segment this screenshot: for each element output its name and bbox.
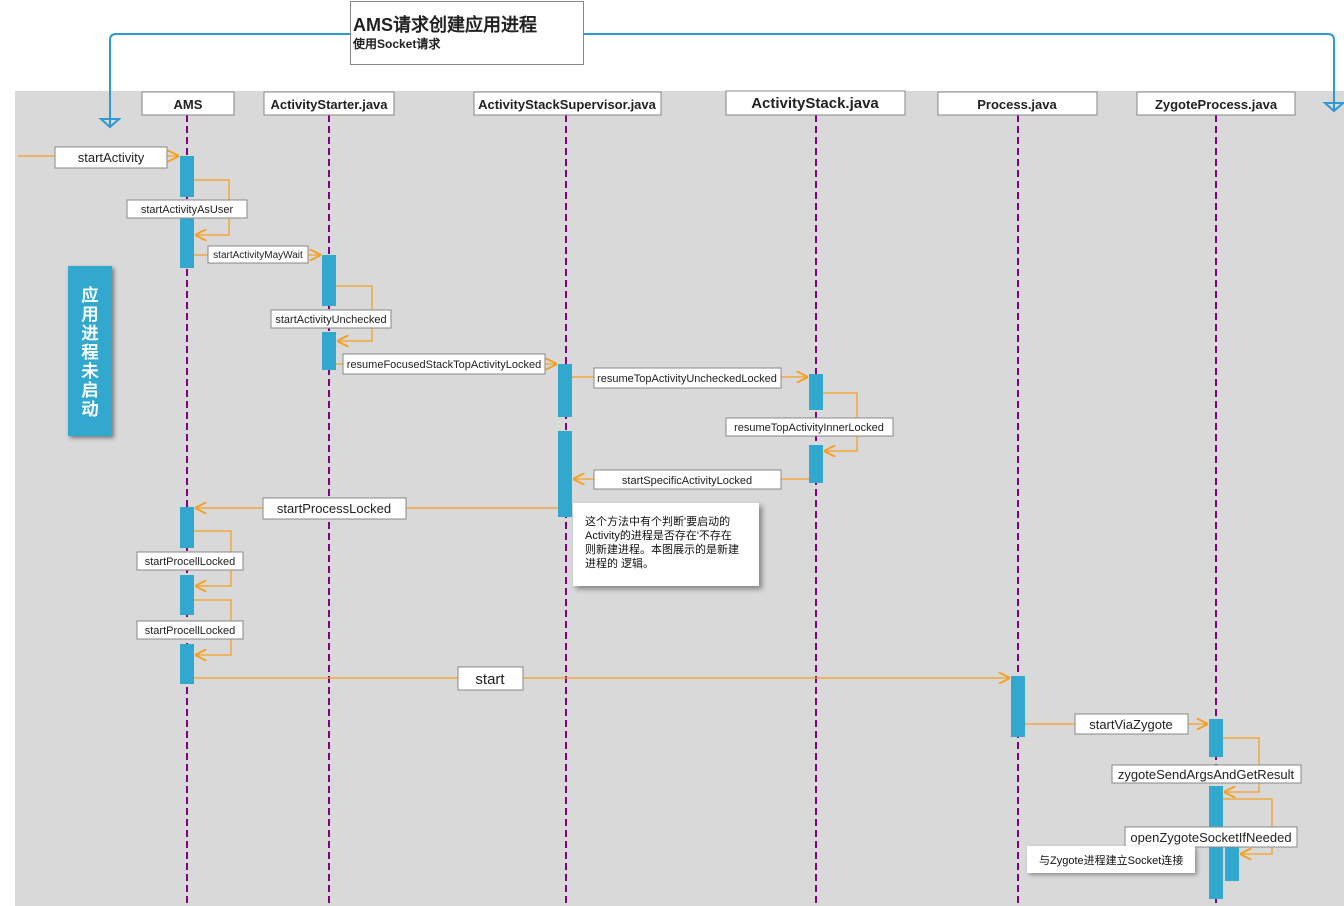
diagram-title-box: AMS请求创建应用进程 使用Socket请求 (350, 1, 584, 65)
participant-label: Process.java (977, 97, 1057, 112)
message-label: startProcellLocked (145, 556, 236, 568)
note-line: 进程的 逻辑。 (585, 558, 655, 570)
message-startProcellLocked-2: startProcellLocked (136, 620, 244, 640)
message-start: start (457, 666, 524, 691)
message-label: start (475, 671, 505, 688)
side-label-box: 应 用 进 程 未 启 动 (68, 266, 112, 436)
participant-process: Process.java (937, 91, 1098, 116)
message-startActivity: startActivity (54, 146, 168, 169)
participant-label: ActivityStack.java (751, 95, 879, 112)
participant-activity-starter: ActivityStarter.java (263, 91, 395, 116)
message-label: startActivity (78, 150, 145, 165)
message-resumeTopActivityUncheckedLocked: resumeTopActivityUncheckedLocked (593, 367, 782, 389)
message-resumeTopActivityInnerLocked: resumeTopActivityInnerLocked (725, 417, 894, 437)
message-startSpecificActivityLocked: startSpecificActivityLocked (593, 469, 782, 490)
side-label-char: 应 (81, 286, 99, 305)
side-label-char: 未 (81, 362, 99, 381)
message-openZygoteSocketIfNeeded: openZygoteSocketIfNeeded (1124, 826, 1298, 848)
message-label: resumeFocusedStackTopActivityLocked (347, 359, 541, 371)
note-line: 这个方法中有个判断'要启动的 (585, 516, 731, 528)
note-line: 则新建进程。本图展示的是新建 (585, 544, 739, 556)
message-label: resumeTopActivityInnerLocked (734, 422, 884, 434)
participant-activity-stack: ActivityStack.java (725, 90, 906, 116)
side-label-char: 启 (81, 381, 99, 400)
message-zygoteSendArgsAndGetResult: zygoteSendArgsAndGetResult (1111, 764, 1302, 784)
message-label: resumeTopActivityUncheckedLocked (597, 373, 777, 385)
message-startProcessLocked: startProcessLocked (262, 497, 407, 520)
diagram-title: AMS请求创建应用进程 (353, 15, 537, 35)
side-label-char: 进 (81, 324, 99, 343)
message-label: startSpecificActivityLocked (622, 475, 752, 487)
participant-label: ZygoteProcess.java (1155, 97, 1278, 112)
note-process-check: 这个方法中有个判断'要启动的 Activity的进程是否存在'不存在 则新建进程… (573, 503, 759, 586)
sequence-diagram: AMS ActivityStarter.java ActivityStackSu… (15, 33, 1344, 906)
participant-activity-stack-supervisor: ActivityStackSupervisor.java (473, 91, 662, 116)
message-startActivityMayWait: startActivityMayWait (207, 245, 309, 264)
message-startProcellLocked-1: startProcellLocked (136, 551, 244, 571)
side-label-char: 程 (81, 343, 99, 362)
message-label: startActivityAsUser (141, 204, 234, 216)
note-line: Activity的进程是否存在'不存在 (585, 530, 732, 542)
side-label-char: 动 (81, 400, 99, 419)
participant-label: AMS (174, 97, 203, 112)
message-label: startProcellLocked (145, 625, 236, 637)
message-label: startActivityMayWait (213, 250, 303, 261)
side-label-char: 用 (81, 305, 99, 324)
message-label: startActivityUnchecked (275, 314, 386, 326)
participant-label: ActivityStarter.java (270, 97, 388, 112)
message-startActivityAsUser: startActivityAsUser (126, 199, 248, 219)
diagram-subtitle: 使用Socket请求 (353, 37, 441, 51)
participant-label: ActivityStackSupervisor.java (478, 97, 657, 112)
message-resumeFocusedStackTopActivityLocked: resumeFocusedStackTopActivityLocked (342, 353, 546, 375)
message-label: startProcessLocked (277, 501, 391, 516)
message-startViaZygote: startViaZygote (1074, 713, 1189, 735)
message-label: startViaZygote (1089, 717, 1173, 732)
participant-ams: AMS (141, 91, 235, 116)
participant-zygote-process: ZygoteProcess.java (1136, 91, 1296, 116)
message-label: openZygoteSocketIfNeeded (1130, 830, 1291, 845)
note-socket: 与Zygote进程建立Socket连接 (1027, 846, 1195, 873)
message-label: zygoteSendArgsAndGetResult (1118, 767, 1295, 782)
message-startActivityUnchecked: startActivityUnchecked (270, 309, 392, 329)
